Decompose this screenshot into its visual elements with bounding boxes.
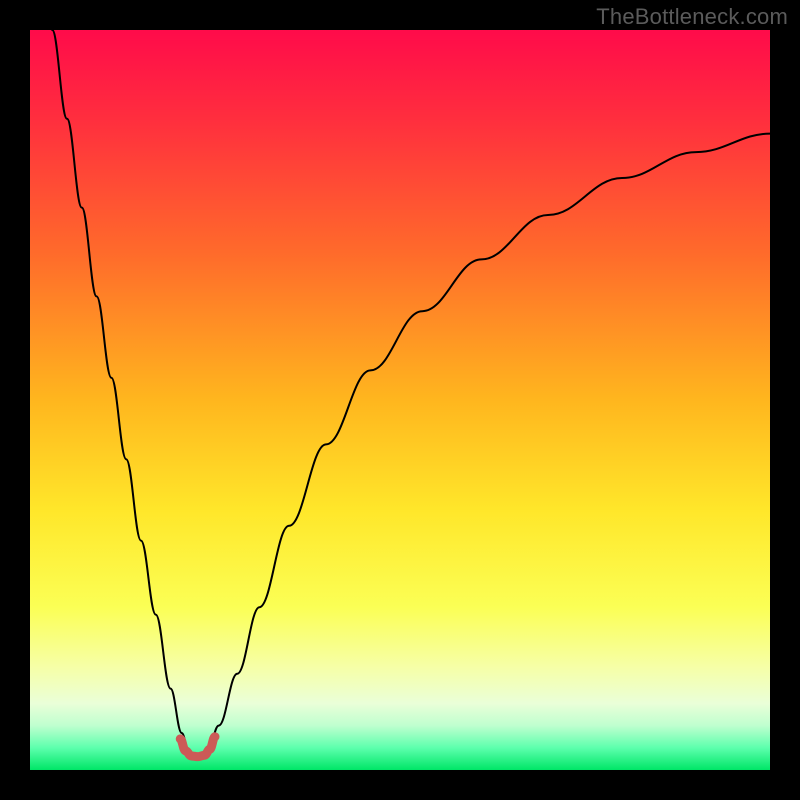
watermark-text: TheBottleneck.com [596,4,788,30]
chart-svg [30,30,770,770]
plot-area [30,30,770,770]
gradient-background [30,30,770,770]
outer-frame: TheBottleneck.com [0,0,800,800]
